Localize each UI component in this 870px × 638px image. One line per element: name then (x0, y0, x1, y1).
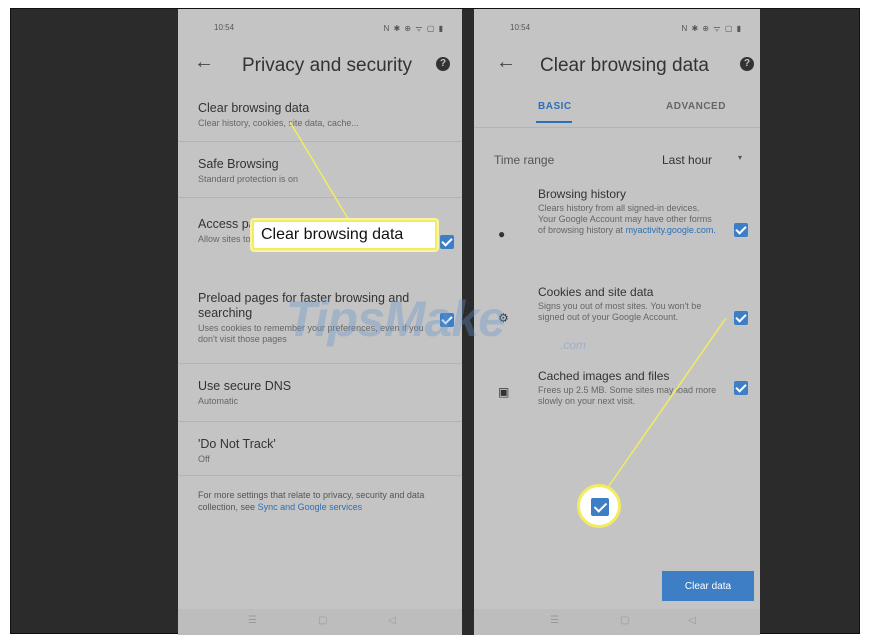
history-clock-icon: ● (498, 227, 506, 241)
setting-clear-browsing-data[interactable]: Clear browsing data Clear history, cooki… (198, 101, 448, 129)
app-bar: ← Privacy and security ? (178, 47, 462, 83)
status-bar: 10:54 N ✱ ⊕ ᯤ ▢ ▮ (474, 19, 760, 37)
watermark: TipsMake (286, 291, 506, 347)
chevron-down-icon[interactable]: ▾ (738, 153, 742, 162)
status-icons: N ✱ ⊕ ᯤ ▢ ▮ (383, 24, 444, 33)
setting-subtitle: Off (198, 454, 210, 464)
setting-subtitle: Clear history, cookies, site data, cache… (198, 118, 359, 128)
back-arrow-icon[interactable]: ← (496, 51, 516, 74)
page-title: Privacy and security (242, 55, 413, 76)
setting-title: Clear browsing data (198, 101, 310, 115)
browsing-history-checkbox[interactable] (734, 223, 748, 237)
tab-advanced[interactable]: ADVANCED (666, 101, 726, 112)
back-nav-icon[interactable]: ◁ (388, 615, 396, 626)
footer-text: For more settings that relate to privacy… (198, 489, 453, 513)
status-icons: N ✱ ⊕ ᯤ ▢ ▮ (681, 24, 742, 33)
option-cached-images: Cached images and files Frees up 2.5 MB.… (538, 369, 718, 407)
setting-do-not-track[interactable]: 'Do Not Track' Off (198, 437, 448, 465)
watermark-suffix: .com (560, 338, 587, 352)
payment-methods-toggle[interactable] (440, 235, 454, 249)
setting-subtitle: Automatic (198, 396, 239, 406)
tab-basic[interactable]: BASIC (538, 101, 572, 112)
zoomed-checkbox-callout (577, 484, 621, 528)
divider (178, 421, 462, 422)
back-arrow-icon[interactable]: ← (194, 51, 214, 74)
phone-clear-browsing-data: 10:54 N ✱ ⊕ ᯤ ▢ ▮ ← Clear browsing data … (474, 9, 760, 635)
time-range-label: Time range (494, 153, 555, 167)
divider (474, 127, 760, 128)
myactivity-link[interactable]: myactivity.google.com. (626, 225, 716, 235)
recents-icon[interactable]: ☰ (550, 615, 559, 626)
help-icon[interactable]: ? (436, 57, 450, 71)
setting-title: Use secure DNS (198, 379, 292, 393)
status-time: 10:54 (510, 23, 531, 32)
help-icon[interactable]: ? (740, 57, 754, 71)
option-browsing-history: Browsing history Clears history from all… (538, 187, 718, 236)
option-subtitle: Signs you out of most sites. You won't b… (538, 301, 702, 322)
option-subtitle: Clears history from all signed-in device… (538, 203, 718, 236)
divider (178, 363, 462, 364)
active-tab-indicator (536, 121, 572, 123)
setting-subtitle: Standard protection is on (198, 174, 299, 184)
image-icon: ▣ (498, 385, 510, 399)
home-icon[interactable]: ▢ (318, 615, 327, 626)
clear-data-button[interactable]: Clear data (662, 571, 754, 601)
divider (178, 475, 462, 476)
screenshot-stage: 10:54 N ✱ ⊕ ᯤ ▢ ▮ ← Privacy and security… (0, 0, 870, 638)
option-title: Cookies and site data (538, 285, 654, 299)
back-nav-icon[interactable]: ◁ (688, 615, 696, 626)
checkbox-checked-icon (591, 498, 609, 516)
tab-bar: BASIC ADVANCED (474, 95, 760, 125)
time-range-select[interactable]: Last hour (662, 153, 712, 167)
option-subtitle: Frees up 2.5 MB. Some sites may load mor… (538, 385, 717, 406)
option-title: Browsing history (538, 187, 627, 201)
setting-secure-dns[interactable]: Use secure DNS Automatic (198, 379, 448, 407)
callout-label: Clear browsing data (252, 220, 437, 250)
status-bar: 10:54 N ✱ ⊕ ᯤ ▢ ▮ (178, 19, 462, 37)
cached-images-checkbox[interactable] (734, 381, 748, 395)
setting-safe-browsing[interactable]: Safe Browsing Standard protection is on (198, 157, 448, 185)
setting-title: 'Do Not Track' (198, 437, 276, 451)
app-bar: ← Clear browsing data ? (474, 47, 760, 83)
cookies-checkbox[interactable] (734, 311, 748, 325)
divider (178, 141, 462, 142)
sync-google-services-link[interactable]: Sync and Google services (258, 502, 363, 512)
system-nav-bar: ☰ ▢ ◁ (178, 609, 462, 635)
divider (178, 197, 462, 198)
setting-title: Safe Browsing (198, 157, 279, 171)
recents-icon[interactable]: ☰ (248, 615, 257, 626)
status-time: 10:54 (214, 23, 235, 32)
home-icon[interactable]: ▢ (620, 615, 629, 626)
page-title: Clear browsing data (540, 55, 709, 76)
system-nav-bar: ☰ ▢ ◁ (474, 609, 760, 635)
option-title: Cached images and files (538, 369, 670, 383)
option-cookies-site-data: Cookies and site data Signs you out of m… (538, 285, 718, 323)
